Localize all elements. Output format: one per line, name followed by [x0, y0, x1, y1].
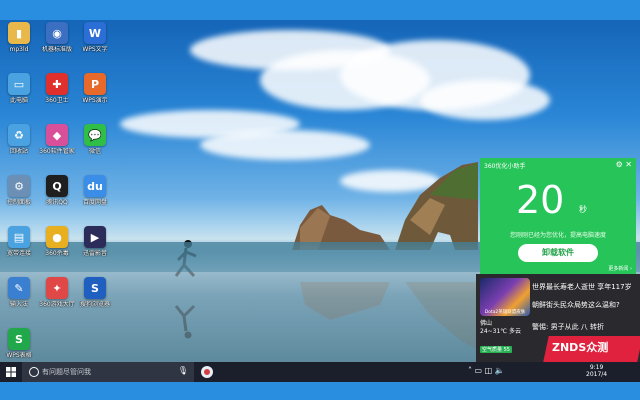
- volume-icon[interactable]: 🔈: [495, 366, 505, 375]
- optimizer-popup[interactable]: 360优化小助手 ⚙ ✕ 20 秒 您刚刚已经为您优化，提高电脑速度 卸载软件 …: [480, 158, 636, 274]
- countdown-value: 20: [516, 178, 565, 222]
- desktop-icon[interactable]: Q 腾讯QQ: [38, 175, 76, 223]
- cortana-search-box[interactable]: 有问题尽管问我 🎙: [22, 362, 194, 382]
- wps-spreadsheet-icon: S: [8, 328, 30, 350]
- news-headline[interactable]: 朝鲜街头民众局势这么温和?: [532, 300, 620, 310]
- desktop-icon-label: 输入法: [9, 301, 28, 308]
- desktop-icon[interactable]: ◉ 机器标准版: [38, 22, 76, 70]
- start-button[interactable]: [0, 362, 22, 382]
- weather-city: 佛山: [480, 320, 493, 327]
- input-method-icon: ✎: [8, 277, 30, 299]
- desktop-icon[interactable]: ▭ 此电脑: [0, 73, 38, 121]
- desktop-icon-label: 回收站: [9, 148, 28, 155]
- taskbar: 有问题尽管问我 🎙 ˄ ▭ ◫ 🔈 9:19 2017/4: [0, 362, 640, 382]
- desktop-icon-label: 腾讯QQ: [46, 199, 68, 206]
- pinned-app-icon[interactable]: [200, 365, 214, 379]
- qq-icon: Q: [46, 175, 68, 197]
- desktop-icon[interactable]: ▮ mp3ld: [0, 22, 38, 70]
- video-player-icon: ▶: [84, 226, 106, 248]
- desktop-icon-label: 360软件管家: [39, 148, 75, 155]
- desktop-icon[interactable]: P WPS演示: [76, 73, 114, 121]
- news-headline[interactable]: 世界最长寿老人逝世 享年117岁: [532, 282, 632, 292]
- desktop-icon-label: 宽带连接: [6, 250, 31, 257]
- game-center-icon: ✦: [46, 277, 68, 299]
- recycle-bin-icon: ♻: [8, 124, 30, 146]
- desktop-icon[interactable]: ✎ 输入法: [0, 277, 38, 325]
- desktop-icon-label: mp3ld: [9, 46, 29, 53]
- broadband-icon: ▤: [8, 226, 30, 248]
- system-tray[interactable]: ˄ ▭ ◫ 🔈: [468, 366, 505, 375]
- desktop-icon-label: 360游戏大厅: [39, 301, 75, 308]
- windows-logo-icon: [6, 367, 16, 377]
- chevron-up-icon[interactable]: ˄: [468, 366, 472, 375]
- security-guard-icon: ✚: [46, 73, 68, 95]
- desktop-icon-label: 迅雷影音: [82, 250, 107, 257]
- desktop-icon[interactable]: ▤ 宽带连接: [0, 226, 38, 274]
- taskbar-clock[interactable]: 9:19 2017/4: [586, 364, 607, 378]
- network-icon[interactable]: ◫: [485, 366, 493, 375]
- countdown-unit: 秒: [579, 205, 587, 214]
- window-top-border: [0, 0, 640, 20]
- weather-temperature: 24~31℃ 多云: [480, 328, 521, 335]
- desktop-icon[interactable]: ♻ 回收站: [0, 124, 38, 172]
- device-doctor-icon: ◉: [46, 22, 68, 44]
- weather-widget[interactable]: 佛山 24~31℃ 多云 空气质量 55: [480, 320, 530, 360]
- desktop-icon[interactable]: ✚ 360卫士: [38, 73, 76, 121]
- uninstall-software-button[interactable]: 卸载软件: [518, 244, 598, 262]
- desktop-icon-label: 360杀毒: [45, 250, 69, 257]
- desktop-icon[interactable]: ◆ 360软件管家: [38, 124, 76, 172]
- desktop-icon-label: 搜狗浏览器: [79, 301, 110, 308]
- search-placeholder: 有问题尽管问我: [42, 368, 91, 376]
- desktop-icon[interactable]: ● 360杀毒: [38, 226, 76, 274]
- desktop-icon[interactable]: 💬 微信: [76, 124, 114, 172]
- desktop-icon-label: 360卫士: [45, 97, 69, 104]
- wps-presentation-icon: P: [84, 73, 106, 95]
- news-headline[interactable]: 警惕: 男子从此 八 转折: [532, 322, 604, 332]
- close-icon[interactable]: ✕: [625, 160, 632, 169]
- desktop-icon[interactable]: ▶ 迅雷影音: [76, 226, 114, 274]
- more-news-link[interactable]: 更多新闻 ›: [608, 265, 632, 272]
- desktop-icon-label: 微信: [88, 148, 101, 155]
- wps-writer-icon: W: [84, 22, 106, 44]
- desktop-icon[interactable]: S WPS表格: [0, 328, 38, 362]
- desktop-icon[interactable]: ⚙ 控制面板: [0, 175, 38, 223]
- microphone-icon[interactable]: 🎙: [178, 366, 188, 375]
- desktop-icon-label: 机器标准版: [41, 46, 72, 53]
- popup-title: 360优化小助手: [484, 163, 526, 170]
- desktop-icon-label: 百度网盘: [82, 199, 107, 206]
- popup-window-controls[interactable]: ⚙ ✕: [616, 160, 632, 169]
- control-panel-icon: ⚙: [8, 175, 30, 197]
- user-folder-icon: ▮: [8, 22, 30, 44]
- news-thumbnail-caption: Dota2英雄联盟皮肤: [484, 310, 526, 315]
- desktop-icon-label: 控制面板: [6, 199, 31, 206]
- desktop-icon[interactable]: du 百度网盘: [76, 175, 114, 223]
- baidu-netdisk-icon: du: [84, 175, 106, 197]
- cortana-icon: [29, 367, 39, 377]
- clock-date: 2017/4: [586, 371, 608, 378]
- battery-icon[interactable]: ▭: [475, 366, 483, 375]
- clock-time: 9:19: [589, 364, 604, 371]
- air-quality-badge: 空气质量 55: [480, 346, 512, 353]
- desktop-icon-label: 此电脑: [9, 97, 28, 104]
- settings-icon[interactable]: ⚙: [616, 160, 623, 169]
- desktop-icon[interactable]: W WPS文字: [76, 22, 114, 70]
- desktop-icon-label: WPS表格: [6, 352, 32, 359]
- desktop-icon[interactable]: ✦ 360游戏大厅: [38, 277, 76, 325]
- watermark-text: ZNDS众测: [552, 341, 609, 354]
- desktop-icon-label: WPS演示: [82, 97, 108, 104]
- software-manager-icon: ◆: [46, 124, 68, 146]
- desktop[interactable]: ▮ mp3ld ◉ 机器标准版 W WPS文字 ▭ 此电脑 ✚ 360卫士 P WPS演示 ♻ 回收站 ◆ 3…: [0, 20, 640, 362]
- antivirus-icon: ●: [46, 226, 68, 248]
- computer-icon: ▭: [8, 73, 30, 95]
- desktop-icon[interactable]: S 搜狗浏览器: [76, 277, 114, 325]
- wechat-icon: 💬: [84, 124, 106, 146]
- sogou-browser-icon: S: [84, 277, 106, 299]
- desktop-icon-label: WPS文字: [82, 46, 108, 53]
- screen-frame: ▮ mp3ld ◉ 机器标准版 W WPS文字 ▭ 此电脑 ✚ 360卫士 P WPS演示 ♻ 回收站 ◆ 3…: [0, 0, 640, 400]
- window-bottom-border: [0, 382, 640, 400]
- popup-message: 您刚刚已经为您优化，提高电脑速度: [509, 232, 606, 239]
